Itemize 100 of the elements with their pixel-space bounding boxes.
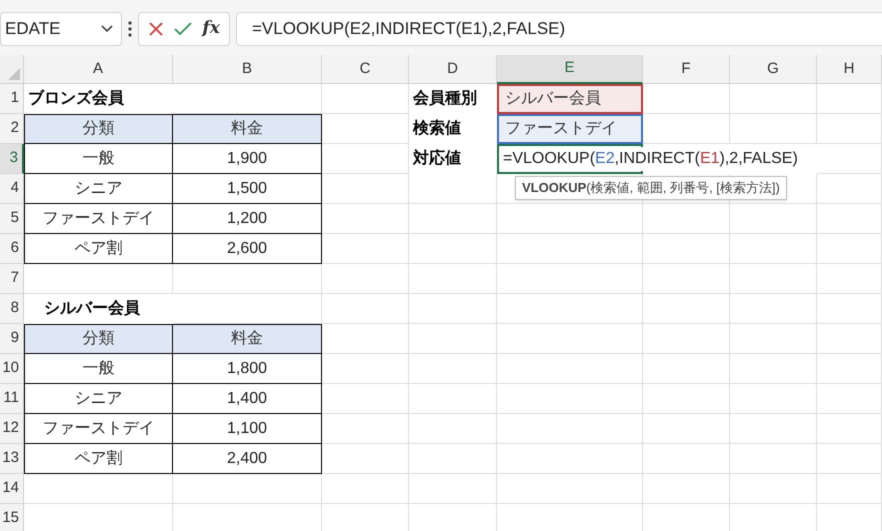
empty-cell[interactable] [497,324,643,354]
empty-cell[interactable] [817,294,882,324]
empty-cell[interactable] [322,294,409,324]
empty-cell[interactable] [409,474,497,504]
empty-cell[interactable] [409,174,497,204]
empty-cell[interactable] [730,384,817,414]
empty-cell[interactable] [497,474,643,504]
empty-cell[interactable] [322,84,409,114]
empty-cell[interactable] [817,84,882,114]
empty-cell[interactable] [730,114,817,144]
empty-cell[interactable] [643,384,730,414]
empty-cell[interactable] [643,204,730,234]
empty-cell[interactable] [409,354,497,384]
empty-cell[interactable] [322,474,409,504]
empty-cell[interactable] [409,204,497,234]
empty-cell[interactable] [409,384,497,414]
row-header[interactable]: 13 [0,444,24,474]
row-header[interactable]: 10 [0,354,24,384]
empty-cell[interactable] [817,114,882,144]
row-header[interactable]: 1 [0,84,24,114]
formula-bar[interactable]: =VLOOKUP(E2,INDIRECT(E1),2,FALSE) [236,12,882,46]
empty-cell[interactable] [730,354,817,384]
more-options-icon[interactable] [128,20,132,36]
row-header[interactable]: 7 [0,264,24,294]
empty-cell[interactable] [409,264,497,294]
empty-cell[interactable] [730,234,817,264]
empty-cell[interactable] [817,174,882,204]
empty-cell[interactable] [730,204,817,234]
row-header[interactable]: 5 [0,204,24,234]
column-header[interactable]: G [730,55,817,84]
empty-cell[interactable] [497,264,643,294]
row-header[interactable]: 4 [0,174,24,204]
empty-cell[interactable] [173,264,322,294]
empty-cell[interactable] [730,414,817,444]
empty-cell[interactable] [643,444,730,474]
empty-cell[interactable] [497,354,643,384]
empty-cell[interactable] [817,444,882,474]
row-header[interactable]: 3 [0,144,24,174]
empty-cell[interactable] [643,294,730,324]
empty-cell[interactable] [643,354,730,384]
empty-cell[interactable] [730,474,817,504]
check-icon[interactable] [174,22,192,36]
empty-cell[interactable] [173,474,322,504]
empty-cell[interactable] [409,444,497,474]
column-header[interactable]: B [173,55,322,84]
empty-cell[interactable] [497,414,643,444]
empty-cell[interactable] [730,294,817,324]
empty-cell[interactable] [643,474,730,504]
row-header[interactable]: 12 [0,414,24,444]
row-header[interactable]: 9 [0,324,24,354]
empty-cell[interactable] [817,354,882,384]
row-header[interactable]: 8 [0,294,24,324]
empty-cell[interactable] [497,384,643,414]
cancel-icon[interactable] [148,20,164,36]
empty-cell[interactable] [322,264,409,294]
empty-cell[interactable] [409,324,497,354]
column-header[interactable]: H [817,55,882,84]
column-header[interactable]: F [643,55,730,84]
empty-cell[interactable] [730,324,817,354]
empty-cell[interactable] [817,234,882,264]
empty-cell[interactable] [497,444,643,474]
empty-cell[interactable] [730,444,817,474]
column-header[interactable]: E [497,55,643,84]
row-header[interactable]: 11 [0,384,24,414]
empty-cell[interactable] [817,474,882,504]
column-header[interactable]: A [24,55,173,84]
empty-cell[interactable] [817,324,882,354]
column-header[interactable]: C [322,55,409,84]
empty-cell[interactable] [817,204,882,234]
row-header[interactable]: 6 [0,234,24,264]
empty-cell[interactable] [409,294,497,324]
empty-cell[interactable] [497,204,643,234]
table-cell: 1,200 [173,204,322,234]
empty-cell[interactable] [730,84,817,114]
column-header-cell: 料金 [173,324,322,354]
empty-cell[interactable] [173,294,322,324]
empty-cell[interactable] [497,234,643,264]
empty-cell[interactable] [730,264,817,294]
referenced-cell: シルバー会員 [497,84,643,114]
name-box[interactable]: EDATE [0,12,122,46]
row-header[interactable]: 14 [0,474,24,504]
caret-icon [101,24,113,32]
empty-cell[interactable] [409,234,497,264]
row-header[interactable]: 15 [0,504,24,531]
empty-cell[interactable] [409,414,497,444]
column-header[interactable]: D [409,55,497,84]
row-header[interactable]: 2 [0,114,24,144]
empty-cell[interactable] [817,384,882,414]
empty-cell[interactable] [497,294,643,324]
empty-cell[interactable] [643,414,730,444]
select-all-icon[interactable] [8,68,20,80]
empty-cell[interactable] [173,84,322,114]
empty-cell[interactable] [817,264,882,294]
empty-cell[interactable] [643,324,730,354]
empty-cell[interactable] [817,414,882,444]
empty-cell[interactable] [643,264,730,294]
empty-cell[interactable] [817,144,882,174]
table-cell: シニア [24,174,173,204]
empty-cell[interactable] [643,234,730,264]
insert-function-button[interactable]: fx [202,16,220,42]
